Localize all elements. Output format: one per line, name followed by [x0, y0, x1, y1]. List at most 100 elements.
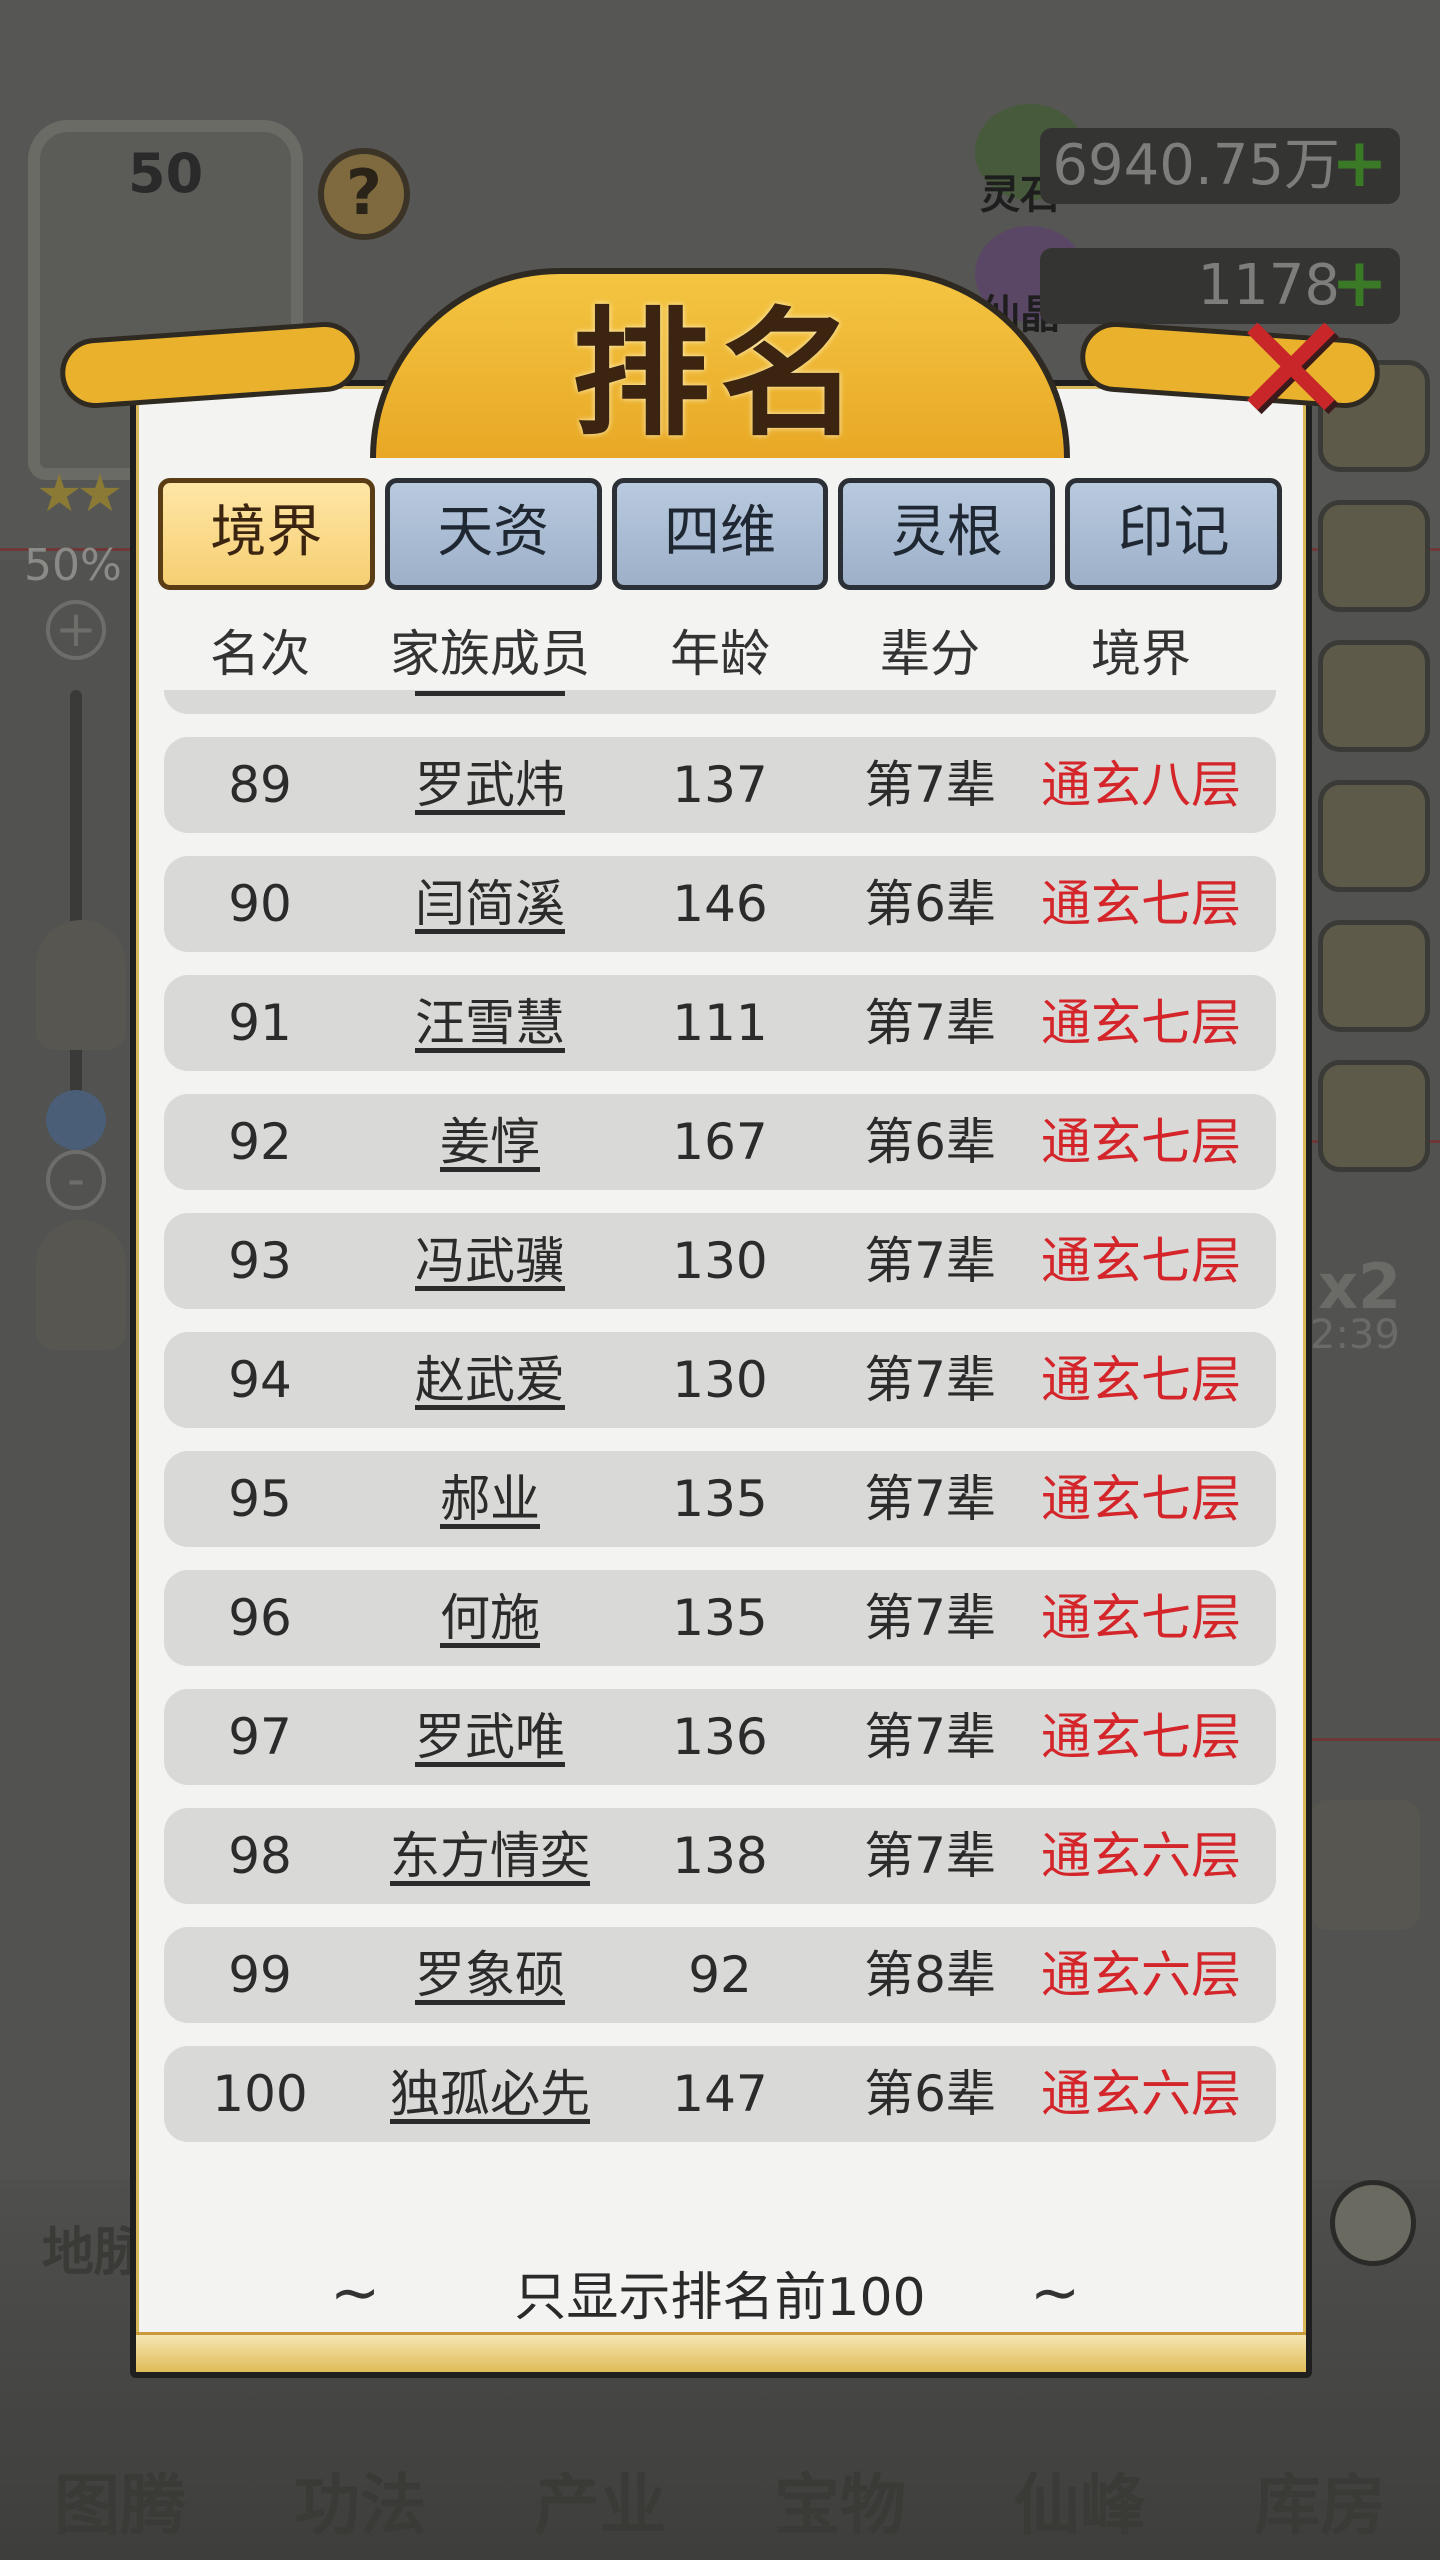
card-icon[interactable]	[1318, 920, 1430, 1032]
table-row: 90 闫简溪 146 第6辈 通玄七层	[164, 856, 1276, 952]
panel-bottom-border	[136, 2332, 1306, 2372]
age-cell: 167	[672, 1113, 768, 1171]
rank-cell: 97	[228, 1708, 292, 1766]
age-cell: 92	[688, 1946, 752, 2004]
member-name-link[interactable]: 戴心诺	[415, 690, 565, 714]
table-row: 97 罗武唯 136 第7辈 通玄七层	[164, 1689, 1276, 1785]
member-avatar[interactable]	[1310, 1800, 1420, 1930]
star-rating: ★★	[36, 464, 123, 524]
member-name-link[interactable]: 赵武爱	[415, 1332, 565, 1428]
rank-cell: 89	[228, 756, 292, 814]
footer-note: 只显示排名前100	[514, 2268, 926, 2328]
column-header-member: 家族成员	[390, 625, 590, 683]
realm-cell: 通玄六层	[1041, 1946, 1241, 2004]
table-row: 92 姜惇 167 第6辈 通玄七层	[164, 1094, 1276, 1190]
table-row: 93 冯武骥 130 第7辈 通玄七层	[164, 1213, 1276, 1309]
speed-timer: 2:39	[1310, 1312, 1400, 1358]
zoom-out-button[interactable]: -	[46, 1150, 106, 1210]
member-name-link[interactable]: 罗象硕	[415, 1927, 565, 2023]
spirit-stone-counter: 6940.75万 +	[1040, 128, 1400, 204]
member-name-link[interactable]: 闫简溪	[415, 856, 565, 952]
ranking-list[interactable]: 88戴心诺174第6辈通玄八层89罗武炜137第7辈通玄八层90闫简溪146第6…	[164, 690, 1276, 2180]
realm-cell: 通玄七层	[1041, 1232, 1241, 1290]
member-avatar[interactable]	[36, 920, 126, 1050]
member-name-link[interactable]: 东方情奕	[390, 1808, 590, 1904]
nav-totem[interactable]: 图腾	[54, 2452, 186, 2548]
age-cell: 147	[672, 2065, 768, 2123]
column-header-realm: 境界	[1091, 625, 1191, 683]
close-button[interactable]: ✕	[1226, 295, 1356, 445]
rank-cell: 100	[212, 2065, 308, 2123]
column-header-generation: 辈分	[880, 625, 980, 683]
realm-cell: 通玄七层	[1041, 1470, 1241, 1528]
book-icon[interactable]	[1318, 640, 1430, 752]
rank-cell: 95	[228, 1470, 292, 1528]
table-row: 100 独孤必先 147 第6辈 通玄六层	[164, 2046, 1276, 2142]
generation-cell: 第6辈	[864, 875, 996, 933]
divider	[1312, 1738, 1440, 1741]
realm-cell: 通玄八层	[1041, 690, 1241, 714]
tab-mark[interactable]: 印记	[1065, 478, 1282, 590]
realm-cell: 通玄七层	[1041, 1113, 1241, 1171]
generation-cell: 第8辈	[864, 1946, 996, 2004]
realm-cell: 通玄六层	[1041, 1827, 1241, 1885]
rank-cell: 91	[228, 994, 292, 1052]
close-icon: ✕	[1228, 283, 1354, 457]
member-name-link[interactable]: 冯武骥	[415, 1213, 565, 1309]
cup-icon[interactable]	[1318, 780, 1430, 892]
ranking-list-content: 88戴心诺174第6辈通玄八层89罗武炜137第7辈通玄八层90闫简溪146第6…	[164, 690, 1276, 2165]
zoom-percent: 50%	[24, 540, 122, 591]
table-row: 88 戴心诺 174 第6辈 通玄八层	[164, 690, 1276, 714]
age-cell: 130	[672, 1351, 768, 1409]
nav-peak[interactable]: 仙峰	[1014, 2452, 1146, 2548]
rank-cell: 90	[228, 875, 292, 933]
realm-cell: 通玄七层	[1041, 1708, 1241, 1766]
nav-industry[interactable]: 产业	[534, 2452, 666, 2548]
rank-cell: 92	[228, 1113, 292, 1171]
generation-cell: 第7辈	[864, 1470, 996, 1528]
nav-storehouse[interactable]: 库房	[1254, 2452, 1386, 2548]
generation-cell: 第6辈	[864, 690, 996, 714]
realm-cell: 通玄七层	[1041, 1589, 1241, 1647]
nav-skills[interactable]: 功法	[294, 2452, 426, 2548]
rank-cell: 94	[228, 1351, 292, 1409]
swirl-right-icon: ∼	[1030, 2258, 1081, 2328]
realm-cell: 通玄七层	[1041, 1351, 1241, 1409]
member-name-link[interactable]: 姜惇	[440, 1094, 540, 1190]
generation-cell: 第6辈	[864, 1113, 996, 1171]
generation-cell: 第7辈	[864, 1351, 996, 1409]
panel-title: 排名	[571, 294, 868, 455]
help-button[interactable]: ?	[318, 148, 410, 240]
zoom-slider-track[interactable]	[70, 690, 82, 1130]
tab-spirit-root[interactable]: 灵根	[838, 478, 1056, 590]
seal-icon[interactable]	[1318, 1060, 1430, 1172]
tab-talent[interactable]: 天资	[384, 478, 602, 590]
generation-cell: 第7辈	[864, 1827, 996, 1885]
zoom-slider-knob[interactable]	[46, 1090, 106, 1150]
member-name-link[interactable]: 罗武唯	[415, 1689, 565, 1785]
nav-treasure[interactable]: 宝物	[774, 2452, 906, 2548]
age-cell: 174	[672, 690, 767, 714]
realm-cell: 通玄六层	[1041, 2065, 1241, 2123]
column-header-age: 年龄	[670, 625, 770, 683]
table-row: 96 何施 135 第7辈 通玄七层	[164, 1570, 1276, 1666]
add-spirit-stone-button[interactable]: +	[1331, 130, 1388, 198]
age-cell: 111	[672, 994, 768, 1052]
generation-cell: 第7辈	[864, 994, 996, 1052]
member-name-link[interactable]: 罗武炜	[415, 737, 565, 833]
play-icon[interactable]	[1330, 2180, 1416, 2266]
member-name-link[interactable]: 独孤必先	[390, 2046, 590, 2142]
member-name-link[interactable]: 汪雪慧	[415, 975, 565, 1071]
member-name-link[interactable]: 郝业	[440, 1451, 540, 1547]
zoom-in-button[interactable]: +	[46, 600, 106, 660]
spirit-stone-value: 6940.75万	[1052, 133, 1340, 198]
age-cell: 135	[672, 1589, 768, 1647]
bottom-nav: 图腾 功法 产业 宝物 仙峰 库房	[0, 2440, 1440, 2560]
scroll-icon[interactable]	[1318, 500, 1430, 612]
tab-realm[interactable]: 境界	[158, 478, 375, 590]
member-avatar[interactable]	[36, 1220, 126, 1350]
tab-four-stats[interactable]: 四维	[611, 478, 829, 590]
generation-cell: 第7辈	[864, 1232, 996, 1290]
member-name-link[interactable]: 何施	[440, 1570, 540, 1666]
column-header-rank: 名次	[210, 625, 310, 683]
